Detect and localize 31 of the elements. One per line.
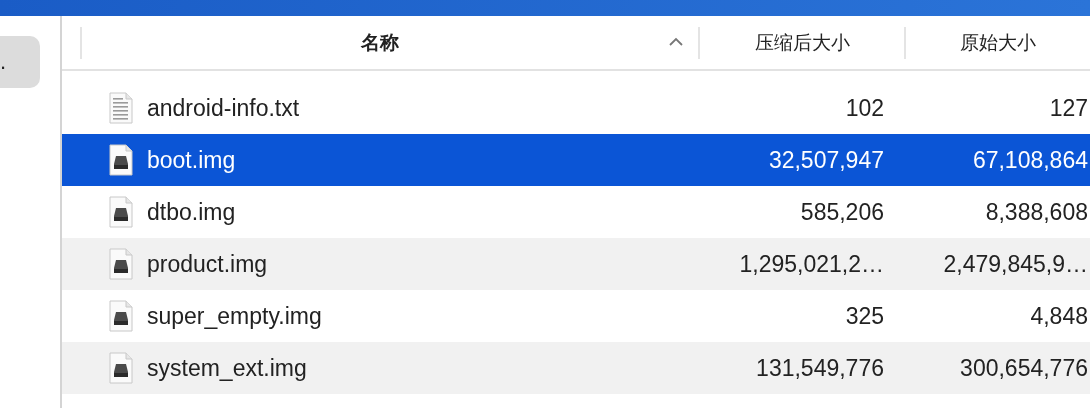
compressed-size: 102	[845, 94, 884, 122]
disk-image-file-icon	[109, 196, 133, 228]
column-header[interactable]: 名称	[361, 29, 399, 56]
sidebar-item[interactable]: .	[0, 36, 40, 88]
file-name: product.img	[147, 250, 268, 278]
original-size: 127	[1049, 94, 1088, 122]
disk-image-file-icon	[109, 248, 133, 280]
compressed-size: 1,295,021,2…	[739, 250, 884, 278]
compressed-size: 32,507,947	[768, 146, 884, 174]
file-name: system_ext.img	[147, 354, 307, 382]
original-size: 2,479,845,9…	[943, 250, 1088, 278]
disk-image-file-icon	[109, 300, 133, 332]
original-size: 4,848	[1030, 302, 1088, 330]
compressed-size: 325	[845, 302, 884, 330]
disk-image-file-icon	[109, 352, 133, 384]
compressed-size: 585,206	[800, 198, 884, 226]
file-name: dtbo.img	[147, 198, 236, 226]
original-size: 300,654,776	[960, 354, 1088, 382]
compressed-size: 131,549,776	[756, 354, 884, 382]
column-header[interactable]: 压缩后大小	[754, 29, 850, 56]
file-row[interactable]: product.img 1,295,021,2… 2,479,845,9…	[62, 238, 1090, 290]
file-name: boot.img	[147, 146, 236, 174]
text-file-icon	[109, 92, 133, 124]
column-header[interactable]: 原始大小	[960, 29, 1036, 56]
original-size: 67,108,864	[972, 146, 1088, 174]
original-size: 8,388,608	[985, 198, 1088, 226]
file-row[interactable]: boot.img 32,507,947 67,108,864	[62, 134, 1090, 186]
disk-image-file-icon	[109, 144, 133, 176]
file-row[interactable]: system_ext.img 131,549,776 300,654,776	[62, 342, 1090, 394]
file-name: super_empty.img	[147, 302, 322, 330]
file-name: android-info.txt	[147, 94, 300, 122]
